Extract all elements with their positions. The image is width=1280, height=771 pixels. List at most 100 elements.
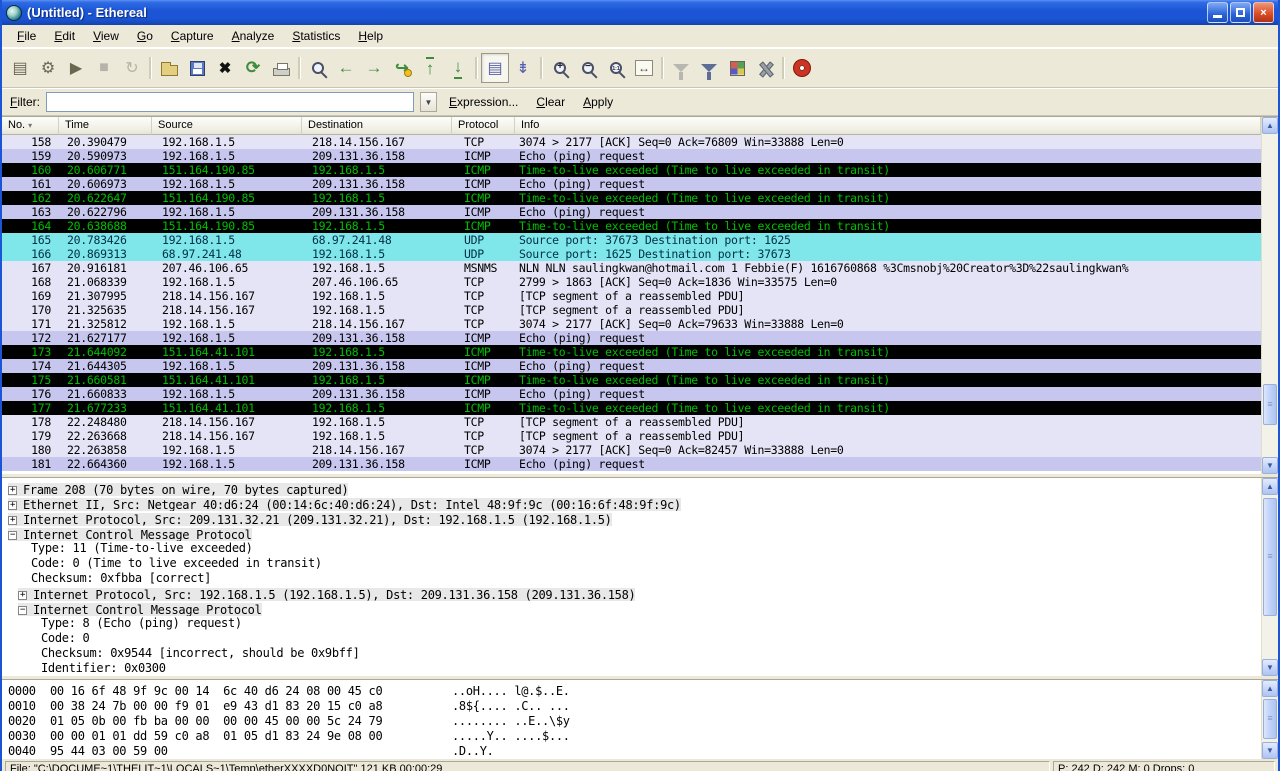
detail-line[interactable]: + Internet Protocol, Src: 192.168.1.5 (1… <box>5 586 1261 601</box>
detail-line[interactable]: Type: 11 (Time-to-live exceeded) <box>5 541 1261 556</box>
toolbar-separator[interactable] <box>472 55 481 81</box>
detail-line[interactable]: Checksum: 0x9544 [incorrect, should be 0… <box>5 646 1261 661</box>
minimize-button[interactable] <box>1207 2 1228 23</box>
scrollbar-track[interactable] <box>1262 697 1278 742</box>
detail-line[interactable]: + Ethernet II, Src: Netgear_40:d6:24 (00… <box>5 496 1261 511</box>
detail-line[interactable]: Checksum: 0xfbba [correct] <box>5 571 1261 586</box>
toolbar-separator[interactable] <box>779 55 788 81</box>
detail-line[interactable]: − Internet Control Message Protocol <box>5 526 1261 541</box>
go-to-packet-icon[interactable]: ↪ <box>388 53 416 83</box>
scroll-down-icon[interactable]: ▼ <box>1262 742 1278 759</box>
packet-row[interactable]: 177 21.677233 151.164.41.101 192.168.1.5… <box>2 401 1261 415</box>
menu-view[interactable]: View <box>84 26 128 46</box>
go-to-bottom-icon[interactable]: ↓ <box>444 53 472 83</box>
packet-row[interactable]: 171 21.325812 192.168.1.5 218.14.156.167… <box>2 317 1261 331</box>
go-forward-icon[interactable]: → <box>360 53 388 83</box>
menu-go[interactable]: Go <box>128 26 162 46</box>
zoom-100-icon[interactable] <box>602 53 630 83</box>
packet-row[interactable]: 160 20.606771 151.164.190.85 192.168.1.5… <box>2 163 1261 177</box>
filter-label[interactable]: Filter: <box>10 95 40 109</box>
toolbar-separator[interactable] <box>295 55 304 81</box>
save-file-icon[interactable] <box>183 53 211 83</box>
scroll-up-icon[interactable]: ▲ <box>1262 478 1278 495</box>
hex-scrollbar[interactable]: ▲ ▼ <box>1261 680 1278 759</box>
detail-line[interactable]: Code: 0 <box>5 631 1261 646</box>
scroll-down-icon[interactable]: ▼ <box>1262 457 1278 474</box>
toolbar-separator[interactable] <box>658 55 667 81</box>
apply-button[interactable]: Apply <box>577 93 619 111</box>
clear-button[interactable]: Clear <box>530 93 571 111</box>
packet-row[interactable]: 176 21.660833 192.168.1.5 209.131.36.158… <box>2 387 1261 401</box>
packet-row[interactable]: 161 20.606973 192.168.1.5 209.131.36.158… <box>2 177 1261 191</box>
column-header[interactable]: Source <box>152 117 302 135</box>
filter-input[interactable] <box>46 92 414 112</box>
zoom-in-icon[interactable] <box>546 53 574 83</box>
expand-toggle-icon[interactable]: + <box>18 591 27 600</box>
go-back-icon[interactable]: ← <box>332 53 360 83</box>
list-interfaces-icon[interactable]: ▤ <box>6 53 34 83</box>
find-packet-icon[interactable] <box>304 53 332 83</box>
packet-row[interactable]: 173 21.644092 151.164.41.101 192.168.1.5… <box>2 345 1261 359</box>
menu-statistics[interactable]: Statistics <box>283 26 349 46</box>
hex-line[interactable]: 0030 00 00 01 01 dd 59 c0 a8 01 05 d1 83… <box>8 729 1261 744</box>
capture-restart-icon[interactable]: ↻ <box>118 53 146 83</box>
column-header[interactable]: No.▾ <box>2 117 59 135</box>
scrollbar-thumb[interactable] <box>1263 498 1277 616</box>
packet-row[interactable]: 165 20.783426 192.168.1.5 68.97.241.48 U… <box>2 233 1261 247</box>
resize-columns-icon[interactable]: ↔ <box>630 53 658 83</box>
packet-row[interactable]: 181 22.664360 192.168.1.5 209.131.36.158… <box>2 457 1261 471</box>
close-button[interactable]: × <box>1253 2 1274 23</box>
menu-capture[interactable]: Capture <box>162 26 223 46</box>
preferences-icon[interactable] <box>751 53 779 83</box>
expand-toggle-icon[interactable]: − <box>18 606 27 615</box>
expression-button[interactable]: Expression... <box>443 93 524 111</box>
packet-row[interactable]: 167 20.916181 207.46.106.65 192.168.1.5 … <box>2 261 1261 275</box>
open-file-icon[interactable] <box>155 53 183 83</box>
detail-line[interactable]: + Frame 208 (70 bytes on wire, 70 bytes … <box>5 481 1261 496</box>
packet-row[interactable]: 163 20.622796 192.168.1.5 209.131.36.158… <box>2 205 1261 219</box>
column-header[interactable]: Destination <box>302 117 452 135</box>
packet-row[interactable]: 168 21.068339 192.168.1.5 207.46.106.65 … <box>2 275 1261 289</box>
menu-edit[interactable]: Edit <box>45 26 84 46</box>
expand-toggle-icon[interactable]: + <box>8 516 17 525</box>
go-to-top-icon[interactable]: ↑ <box>416 53 444 83</box>
capture-filter-icon[interactable] <box>667 53 695 83</box>
coloring-rules-icon[interactable] <box>723 53 751 83</box>
detail-line[interactable]: − Internet Control Message Protocol <box>5 601 1261 616</box>
detail-line[interactable]: + Internet Protocol, Src: 209.131.32.21 … <box>5 511 1261 526</box>
packet-list-scrollbar[interactable]: ▲ ▼ <box>1261 117 1278 474</box>
hex-line[interactable]: 0000 00 16 6f 48 9f 9c 00 14 6c 40 d6 24… <box>8 684 1261 699</box>
close-file-icon[interactable]: ✖ <box>211 53 239 83</box>
maximize-button[interactable] <box>1230 2 1251 23</box>
colorize-icon[interactable]: ▤ <box>481 53 509 83</box>
packet-row[interactable]: 178 22.248480 218.14.156.167 192.168.1.5… <box>2 415 1261 429</box>
hex-line[interactable]: 0040 95 44 03 00 59 00 .D..Y. <box>8 744 1261 759</box>
packet-row[interactable]: 162 20.622647 151.164.190.85 192.168.1.5… <box>2 191 1261 205</box>
packet-row[interactable]: 175 21.660581 151.164.41.101 192.168.1.5… <box>2 373 1261 387</box>
hex-line[interactable]: 0020 01 05 0b 00 fb ba 00 00 00 00 45 00… <box>8 714 1261 729</box>
menu-file[interactable]: File <box>8 26 45 46</box>
packet-row[interactable]: 170 21.325635 218.14.156.167 192.168.1.5… <box>2 303 1261 317</box>
detail-line[interactable]: Identifier: 0x0300 <box>5 661 1261 676</box>
column-header[interactable]: Time <box>59 117 152 135</box>
packet-row[interactable]: 180 22.263858 192.168.1.5 218.14.156.167… <box>2 443 1261 457</box>
scroll-up-icon[interactable]: ▲ <box>1262 117 1278 134</box>
autoscroll-icon[interactable]: ⇟ <box>509 53 537 83</box>
packet-row[interactable]: 159 20.590973 192.168.1.5 209.131.36.158… <box>2 149 1261 163</box>
details-scrollbar[interactable]: ▲ ▼ <box>1261 478 1278 676</box>
filter-dropdown-button[interactable]: ▼ <box>420 92 437 112</box>
packet-row[interactable]: 166 20.869313 68.97.241.48 192.168.1.5 U… <box>2 247 1261 261</box>
reload-icon[interactable]: ⟳ <box>239 53 267 83</box>
expand-toggle-icon[interactable]: + <box>8 486 17 495</box>
detail-line[interactable]: Code: 0 (Time to live exceeded in transi… <box>5 556 1261 571</box>
packet-row[interactable]: 172 21.627177 192.168.1.5 209.131.36.158… <box>2 331 1261 345</box>
packet-row[interactable]: 174 21.644305 192.168.1.5 209.131.36.158… <box>2 359 1261 373</box>
print-icon[interactable] <box>267 53 295 83</box>
help-icon[interactable] <box>788 53 816 83</box>
packet-row[interactable]: 158 20.390479 192.168.1.5 218.14.156.167… <box>2 135 1261 149</box>
expand-toggle-icon[interactable]: − <box>8 531 17 540</box>
toolbar-separator[interactable] <box>146 55 155 81</box>
packet-row[interactable]: 179 22.263668 218.14.156.167 192.168.1.5… <box>2 429 1261 443</box>
packet-row[interactable]: 164 20.638688 151.164.190.85 192.168.1.5… <box>2 219 1261 233</box>
capture-stop-icon[interactable]: ■ <box>90 53 118 83</box>
